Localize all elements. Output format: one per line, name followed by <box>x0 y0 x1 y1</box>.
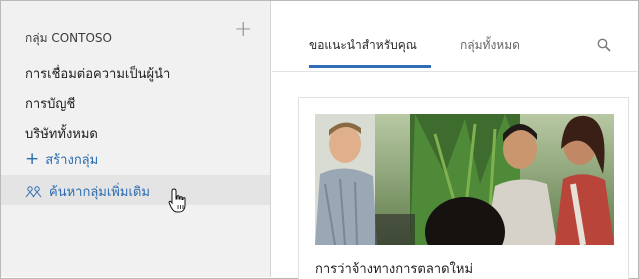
header-divider <box>272 71 637 72</box>
group-photo <box>315 114 614 245</box>
tab-all-groups[interactable]: กลุ่มทั้งหมด <box>460 36 520 55</box>
sidebar-item-leadership-connection[interactable]: การเชื่อมต่อความเป็นผู้นำ <box>25 63 170 84</box>
search-icon[interactable] <box>597 38 611 52</box>
group-photo-image <box>315 114 614 245</box>
group-card[interactable]: การว่าจ้างทางการตลาดใหม่ <box>298 97 629 279</box>
add-group-plus-icon[interactable]: + <box>234 19 252 41</box>
discover-groups-link[interactable]: ค้นหากลุ่มเพิ่มเติม <box>25 181 150 202</box>
sidebar-item-accounting[interactable]: การบัญชี <box>25 93 75 114</box>
plus-icon: + <box>25 149 40 169</box>
hand-cursor-icon <box>168 188 186 213</box>
discover-groups-label: ค้นหากลุ่มเพิ่มเติม <box>49 185 150 200</box>
sidebar: กลุ่ม CONTOSO + การเชื่อมต่อความเป็นผู้น… <box>1 1 271 277</box>
create-group-link[interactable]: + สร้างกลุ่ม <box>25 149 98 170</box>
people-icon <box>25 185 42 197</box>
sidebar-header: กลุ่ม CONTOSO <box>25 31 112 45</box>
create-group-label: สร้างกลุ่ม <box>45 153 99 168</box>
active-tab-indicator <box>309 65 431 68</box>
tab-recommended[interactable]: ขอแนะนำสำหรับคุณ <box>309 36 417 55</box>
sidebar-item-all-company[interactable]: บริษัททั้งหมด <box>25 123 98 144</box>
group-card-title: การว่าจ้างทางการตลาดใหม่ <box>315 262 474 277</box>
